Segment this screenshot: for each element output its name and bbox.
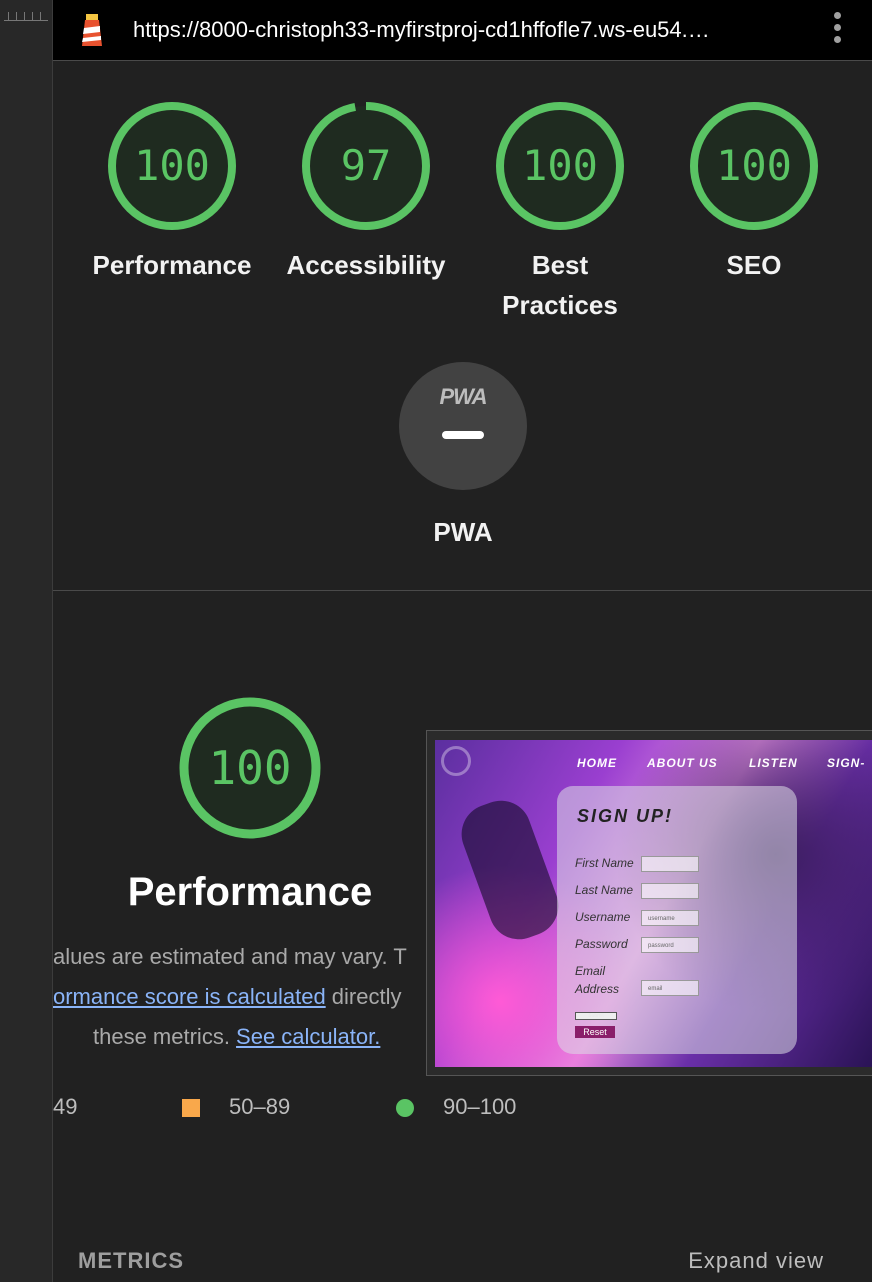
legend-pass-range: 90–100 [443,1094,517,1119]
signup-form: SIGN UP! First Name Last Name Username u… [557,786,797,1054]
gauge-label: PWA [433,517,493,547]
gauge-best-practices[interactable]: 100 Best Practices [463,101,657,325]
last-name-field [641,883,699,899]
microphone-shape [453,792,567,948]
lighthouse-icon [82,14,102,46]
first-name-field [641,856,699,872]
ruler [4,8,48,21]
field-label: First Name [575,856,634,870]
pwa-badge-text: PWA [439,384,487,409]
field-label: Email Address [575,964,620,996]
category-gauges: 100 Performance 97 Accessibility 100 Bes… [53,61,872,591]
metrics-heading: METRICS [78,1248,184,1273]
username-field: username [641,910,699,926]
performance-description-line1: alues are estimated and may vary. T [53,944,407,969]
shot-nav-home: HOME [577,756,617,770]
password-field: password [641,937,699,953]
description-text: these metrics. [93,1024,237,1049]
shot-nav-listen: LISTEN [749,756,798,770]
score-ring: 100 [495,101,625,231]
podcast-logo-icon [441,746,471,776]
legend-average-range: 50–89 [229,1094,291,1119]
performance-description-line2: ormance score is calculated directly [53,984,433,1010]
pwa-dash [442,431,484,439]
see-calculator-link[interactable]: See calculator. [236,1024,380,1049]
score-ring: 100 [689,101,819,231]
report-topbar: https://8000-christoph33-myfirstproj-cd1… [53,0,872,61]
pwa-badge-icon: PWA [399,362,527,490]
gauge-pwa[interactable]: PWA PWA [399,362,527,552]
devtools-side-strip [0,0,53,1282]
legend-fail-range: 49 [53,1094,78,1119]
gauge-performance[interactable]: 100 Performance [75,101,269,285]
description-text: directly [325,984,402,1009]
report-url: https://8000-christoph33-myfirstproj-cd1… [133,17,710,42]
field-label: Password [575,937,628,951]
gauge-seo[interactable]: 100 SEO [657,101,851,285]
average-square-icon [182,1099,200,1117]
gauge-label: Performance [92,250,252,280]
gauge-accessibility[interactable]: 97 Accessibility [269,101,463,285]
pass-circle-icon [396,1099,414,1117]
score-value: 100 [208,741,292,795]
score-calculation-link[interactable]: ormance score is calculated [53,984,326,1009]
field-label: Last Name [575,883,634,897]
email-field: email [641,980,699,996]
shot-nav-signup: SIGN- [827,756,866,770]
score-ring: 97 [301,101,431,231]
expand-view-button[interactable]: Expand view [688,1248,824,1274]
score-ring: 100 [107,101,237,231]
submit-button: Submit [575,1012,617,1020]
field-label: Username [575,910,631,924]
reset-button: Reset [575,1026,615,1038]
section-divider [53,590,872,591]
form-title: SIGN UP! [577,806,674,826]
score-value: 97 [340,141,392,190]
performance-title: Performance [127,870,373,914]
gauge-label: Best Practices [502,250,618,320]
final-screenshot[interactable]: HOME ABOUT US LISTEN SIGN- SIGN UP! Firs… [435,740,872,1067]
score-value: 100 [716,141,792,190]
shot-nav-about: ABOUT US [647,756,718,770]
performance-description-line3: these metrics. See calculator. [93,1024,433,1050]
gauge-label: Accessibility [286,250,446,280]
more-options-icon[interactable] [832,12,842,48]
performance-score-gauge: 100 [178,696,322,840]
score-value: 100 [522,141,598,190]
gauge-label: SEO [726,250,782,280]
score-value: 100 [134,141,210,190]
